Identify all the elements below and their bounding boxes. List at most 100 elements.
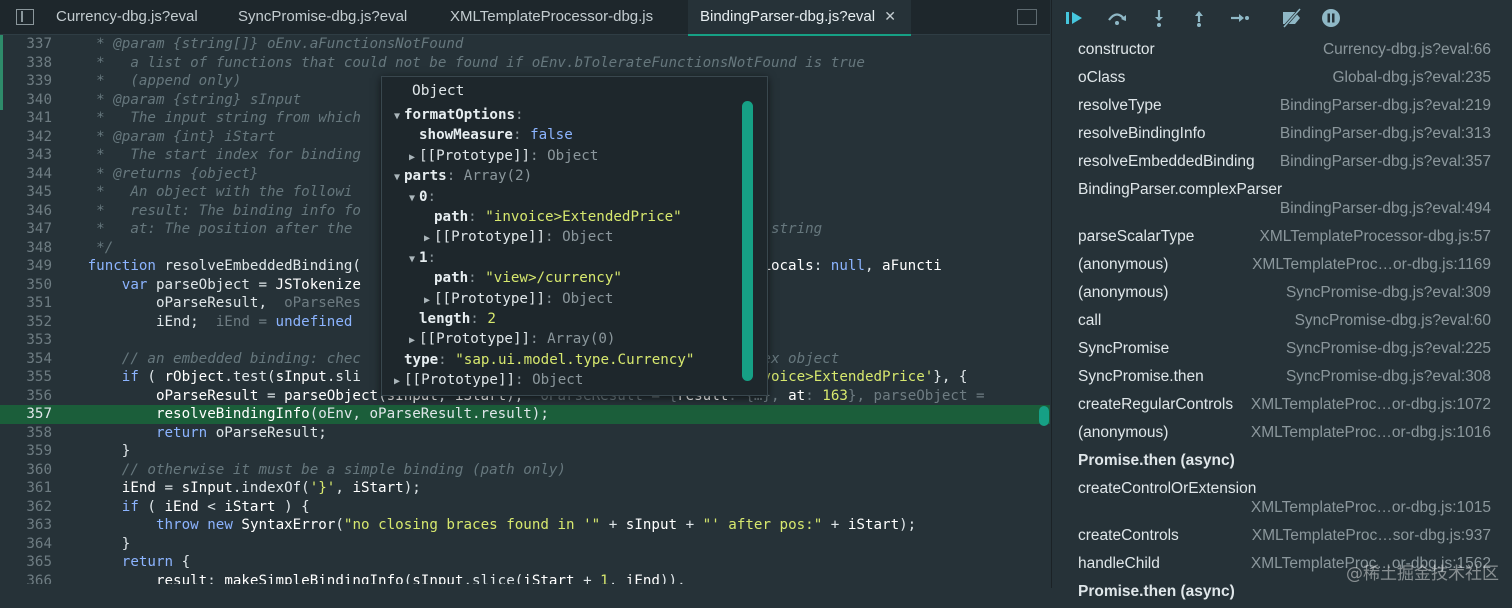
call-frame[interactable]: call SyncPromise-dbg.js?eval:60 — [1052, 309, 1512, 337]
code-line[interactable]: 359 } — [0, 442, 1050, 461]
popover-scrollbar-thumb[interactable] — [742, 101, 753, 381]
call-frame[interactable]: resolveBindingInfo BindingParser-dbg.js?e… — [1052, 122, 1512, 150]
code-line[interactable]: 362 if ( iEnd < iStart ) { — [0, 498, 1050, 517]
call-frame[interactable]: constructor Currency-dbg.js?eval:66 — [1052, 38, 1512, 66]
line-number[interactable]: 358 — [0, 424, 52, 443]
popover-tree-item[interactable]: ▼ 0: — [409, 187, 436, 207]
code-line[interactable]: 364 } — [0, 535, 1050, 554]
collapsed-triangle-icon[interactable]: ▶ — [409, 148, 419, 168]
call-frame[interactable]: resolveType BindingParser-dbg.js?eval:219 — [1052, 94, 1512, 122]
line-number[interactable]: 343 — [0, 146, 52, 165]
frame-location-link[interactable]: Currency-dbg.js?eval:66 — [1323, 41, 1491, 59]
line-number[interactable]: 362 — [0, 498, 52, 517]
line-number[interactable]: 339 — [0, 72, 52, 91]
call-frame[interactable]: resolveEmbeddedBinding BindingParser-dbg.… — [1052, 150, 1512, 178]
popover-tree-item[interactable]: ▶ [[Prototype]]: Object — [409, 146, 598, 166]
line-number[interactable]: 363 — [0, 516, 52, 535]
call-frame[interactable]: createRegularControls XMLTemplateProc…or-… — [1052, 393, 1512, 421]
call-frame[interactable]: BindingParser.complexParser BindingParser… — [1052, 178, 1512, 225]
code-line[interactable]: 363 throw new SyntaxError("no closing br… — [0, 516, 1050, 535]
frame-location-link[interactable]: XMLTemplateProc…or-dbg.js:1169 — [1252, 256, 1491, 274]
code-line[interactable]: 360 // otherwise it must be a simple bin… — [0, 461, 1050, 480]
deactivate-breakpoints-icon[interactable] — [1280, 8, 1302, 28]
code-line[interactable]: 337 * @param {string[]} oEnv.aFunctionsN… — [0, 35, 1050, 54]
tab-currency[interactable]: Currency-dbg.js?eval — [56, 0, 198, 34]
tab-xmltemplateprocessor[interactable]: XMLTemplateProcessor-dbg.js — [450, 0, 653, 34]
frame-location-link[interactable]: SyncPromise-dbg.js?eval:225 — [1286, 340, 1491, 358]
line-number[interactable]: 354 — [0, 350, 52, 369]
step-out-icon[interactable] — [1188, 8, 1210, 28]
frame-location-link[interactable]: BindingParser-dbg.js?eval:219 — [1280, 97, 1491, 115]
line-number[interactable]: 364 — [0, 535, 52, 554]
frame-location-link[interactable]: SyncPromise-dbg.js?eval:309 — [1286, 284, 1491, 302]
tab-syncpromise[interactable]: SyncPromise-dbg.js?eval — [238, 0, 407, 34]
expanded-triangle-icon[interactable]: ▼ — [409, 189, 419, 209]
expanded-triangle-icon[interactable]: ▼ — [394, 168, 404, 188]
frame-location-link[interactable]: XMLTemplateProc…or-dbg.js:1072 — [1251, 396, 1491, 414]
call-frame[interactable]: (anonymous) XMLTemplateProc…or-dbg.js:101… — [1052, 421, 1512, 449]
call-frame[interactable]: createControls XMLTemplateProc…sor-dbg.js… — [1052, 524, 1512, 552]
line-number[interactable]: 360 — [0, 461, 52, 480]
line-number[interactable]: 355 — [0, 368, 52, 387]
popover-tree-item[interactable]: ▼ 1: — [409, 248, 436, 268]
line-number[interactable]: 342 — [0, 128, 52, 147]
popover-tree-item[interactable]: ▶ [[Prototype]]: Array(0) — [409, 329, 615, 349]
call-stack-panel[interactable]: constructor Currency-dbg.js?eval:66 oClass… — [1051, 0, 1512, 600]
line-number[interactable]: 341 — [0, 109, 52, 128]
line-number[interactable]: 340 — [0, 91, 52, 110]
close-tab-icon[interactable]: ✕ — [881, 7, 899, 25]
expanded-triangle-icon[interactable]: ▼ — [394, 107, 404, 127]
expanded-triangle-icon[interactable]: ▼ — [409, 250, 419, 270]
code-line[interactable]: 358 return oParseResult; — [0, 424, 1050, 443]
step-into-icon[interactable] — [1148, 8, 1170, 28]
collapsed-triangle-icon[interactable]: ▶ — [394, 372, 404, 392]
line-number[interactable]: 345 — [0, 183, 52, 202]
line-number[interactable]: 357 — [0, 405, 52, 424]
frame-location-link[interactable]: Global-dbg.js?eval:235 — [1332, 69, 1491, 87]
line-number[interactable]: 353 — [0, 331, 52, 350]
frame-location-link[interactable]: BindingParser-dbg.js?eval:494 — [1280, 200, 1491, 218]
tab-bindingparser[interactable]: BindingParser-dbg.js?eval ✕ — [688, 0, 912, 36]
frame-location-link[interactable]: SyncPromise-dbg.js?eval:308 — [1286, 368, 1491, 386]
call-frame[interactable]: createControlOrExtension XMLTemplateProc…… — [1052, 477, 1512, 524]
frame-location-link[interactable]: BindingParser-dbg.js?eval:357 — [1280, 153, 1491, 171]
resume-icon[interactable] — [1064, 8, 1086, 28]
code-line[interactable]: 366 result: makeSimpleBindingInfo(sInput… — [0, 572, 1050, 585]
line-number[interactable]: 338 — [0, 54, 52, 73]
line-number[interactable]: 344 — [0, 165, 52, 184]
popover-tree-item[interactable]: ▶ [[Prototype]]: Object — [424, 227, 613, 247]
line-number[interactable]: 337 — [0, 35, 52, 54]
popover-tree-item[interactable]: ▶ [[Prototype]]: Object — [424, 289, 613, 309]
code-line[interactable]: 338 * a list of functions that could not… — [0, 54, 1050, 73]
step-over-icon[interactable] — [1106, 8, 1128, 28]
line-number[interactable]: 350 — [0, 276, 52, 295]
line-number[interactable]: 366 — [0, 572, 52, 585]
frame-location-link[interactable]: BindingParser-dbg.js?eval:313 — [1280, 125, 1491, 143]
object-preview-popover[interactable]: Object ▼ formatOptions: showMeasure: false… — [381, 76, 768, 396]
line-number[interactable]: 348 — [0, 239, 52, 258]
line-number[interactable]: 365 — [0, 553, 52, 572]
frame-location-link[interactable]: XMLTemplateProcessor-dbg.js:57 — [1260, 228, 1491, 246]
line-number[interactable]: 356 — [0, 387, 52, 406]
popover-tree-item[interactable]: ▶ [[Prototype]]: Object — [394, 370, 583, 390]
call-frame[interactable]: (anonymous) XMLTemplateProc…or-dbg.js:116… — [1052, 253, 1512, 281]
call-frame[interactable]: SyncPromise SyncPromise-dbg.js?eval:225 — [1052, 337, 1512, 365]
step-icon[interactable] — [1228, 8, 1250, 28]
line-number[interactable]: 346 — [0, 202, 52, 221]
popover-tree-item[interactable]: ▼ formatOptions: — [394, 105, 524, 125]
frame-location-link[interactable]: SyncPromise-dbg.js?eval:60 — [1295, 312, 1491, 330]
line-number[interactable]: 352 — [0, 313, 52, 332]
toggle-navigator-icon[interactable] — [16, 9, 34, 25]
code-line-current[interactable]: 357 resolveBindingInfo(oEnv, oParseResul… — [0, 405, 1050, 424]
code-line[interactable]: 365 return { — [0, 553, 1050, 572]
line-number[interactable]: 359 — [0, 442, 52, 461]
collapsed-triangle-icon[interactable]: ▶ — [424, 291, 434, 311]
call-frame[interactable]: oClass Global-dbg.js?eval:235 — [1052, 66, 1512, 94]
line-number[interactable]: 349 — [0, 257, 52, 276]
frame-location-link[interactable]: XMLTemplateProc…or-dbg.js:1015 — [1251, 499, 1491, 517]
frame-location-link[interactable]: XMLTemplateProc…or-dbg.js:1016 — [1251, 424, 1491, 442]
call-frame[interactable]: SyncPromise.then SyncPromise-dbg.js?eval:… — [1052, 365, 1512, 393]
line-number[interactable]: 347 — [0, 220, 52, 239]
line-number[interactable]: 351 — [0, 294, 52, 313]
collapsed-triangle-icon[interactable]: ▶ — [424, 229, 434, 249]
